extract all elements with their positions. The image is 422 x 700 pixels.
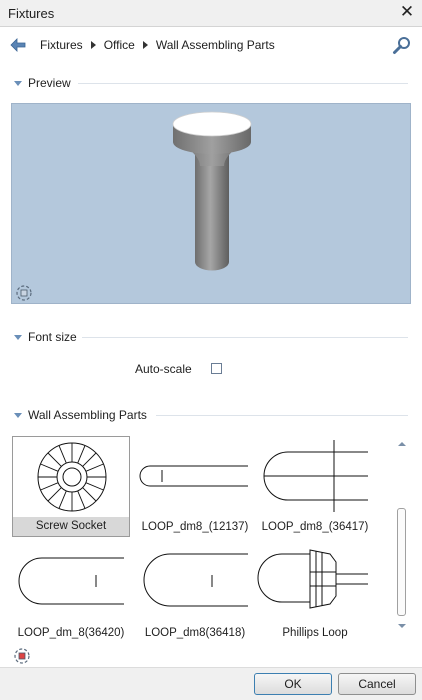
close-icon[interactable]: ✕ xyxy=(398,3,416,21)
part-label: Phillips Loop xyxy=(282,627,348,639)
part-tile-phillips-loop[interactable]: Phillips Loop xyxy=(256,542,374,643)
dialog-footer: OK Cancel xyxy=(0,667,422,700)
preview-section-header[interactable]: Preview xyxy=(14,75,414,91)
breadcrumb-separator-icon xyxy=(142,41,148,49)
settings-navigation-icon[interactable] xyxy=(13,647,31,665)
breadcrumb-bar: Fixtures Office Wall Assembling Parts xyxy=(0,28,422,62)
font-size-section-title: Font size xyxy=(28,330,77,344)
breadcrumb: Fixtures Office Wall Assembling Parts xyxy=(40,38,275,52)
breadcrumb-item-fixtures[interactable]: Fixtures xyxy=(40,38,83,52)
section-divider xyxy=(82,337,408,338)
auto-scale-checkbox[interactable] xyxy=(211,363,222,374)
section-divider xyxy=(156,415,408,416)
part-tile-loop-dm-8-36420[interactable]: LOOP_dm_8(36420) xyxy=(12,542,130,643)
collapse-chevron-icon xyxy=(14,412,22,418)
part-tile-loop-dm8-36417[interactable]: LOOP_dm8_(36417) xyxy=(256,436,374,537)
section-divider xyxy=(78,83,408,84)
ok-button[interactable]: OK xyxy=(254,673,332,695)
auto-scale-label: Auto-scale xyxy=(135,362,192,376)
screw-socket-icon xyxy=(37,442,107,512)
part-label: LOOP_dm_8(36420) xyxy=(17,627,125,639)
search-icon[interactable] xyxy=(392,35,412,55)
parts-section-title: Wall Assembling Parts xyxy=(28,408,147,422)
part-label: Screw Socket xyxy=(13,517,129,536)
part-tile-loop-dm8-36418[interactable]: LOOP_dm8(36418) xyxy=(136,542,254,643)
back-arrow-icon[interactable] xyxy=(9,36,27,54)
parts-section-header[interactable]: Wall Assembling Parts xyxy=(14,407,414,423)
part-label: LOOP_dm8(36418) xyxy=(144,627,246,639)
part-tile-screw-socket[interactable]: Screw Socket xyxy=(12,436,130,537)
loop-icon xyxy=(139,465,248,487)
part-tile-loop-dm8-12137[interactable]: LOOP_dm8_(12137) xyxy=(136,436,254,537)
collapse-chevron-icon xyxy=(14,334,22,340)
collapse-chevron-icon xyxy=(14,80,22,86)
part-label: LOOP_dm8_(36417) xyxy=(261,521,369,533)
scroll-down-icon[interactable] xyxy=(398,624,406,628)
part-label: LOOP_dm8_(12137) xyxy=(141,521,249,533)
fixture-3d-model xyxy=(172,111,252,271)
font-size-section-header[interactable]: Font size xyxy=(14,329,414,345)
preview-viewport[interactable] xyxy=(11,103,411,304)
breadcrumb-separator-icon xyxy=(90,41,96,49)
window-title: Fixtures xyxy=(8,6,55,21)
breadcrumb-item-office[interactable]: Office xyxy=(104,38,135,52)
scrollbar-thumb[interactable] xyxy=(397,508,406,616)
phillips-loop-icon xyxy=(257,549,368,609)
cancel-button[interactable]: Cancel xyxy=(338,673,416,695)
view-navigation-icon[interactable] xyxy=(15,284,33,302)
preview-section-title: Preview xyxy=(28,76,71,90)
title-bar: Fixtures ✕ xyxy=(0,0,422,27)
loop-icon xyxy=(143,553,248,607)
parts-grid: Screw Socket LOOP_dm8_(12137) LOOP_dm8_(… xyxy=(12,434,394,644)
parts-scrollbar[interactable] xyxy=(395,434,409,630)
breadcrumb-item-wall-assembling-parts[interactable]: Wall Assembling Parts xyxy=(156,38,275,52)
scroll-up-icon[interactable] xyxy=(398,442,406,446)
loop-icon xyxy=(18,557,124,605)
loop-icon xyxy=(263,440,368,512)
